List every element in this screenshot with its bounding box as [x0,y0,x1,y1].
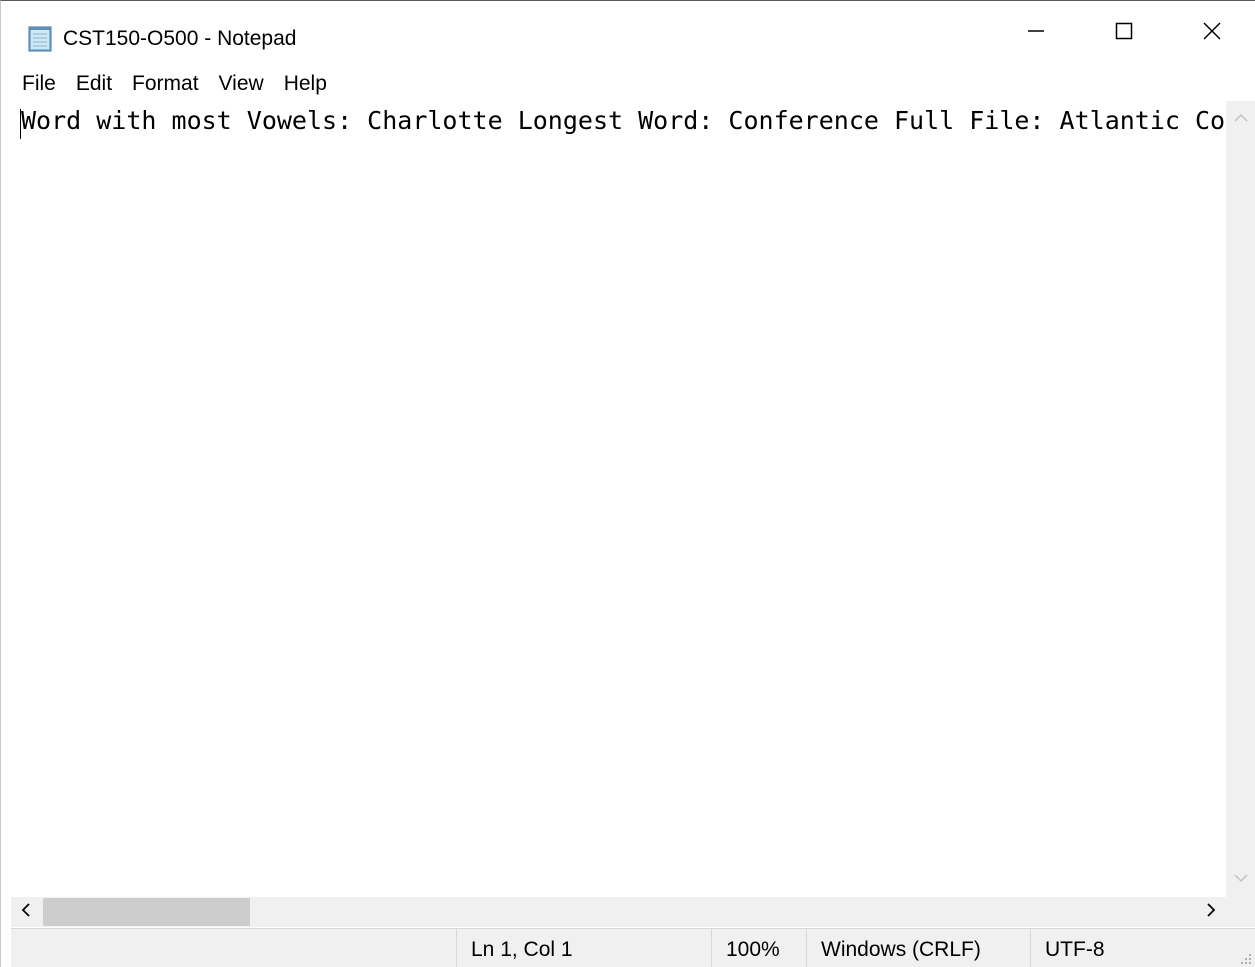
menu-file[interactable]: File [1,66,66,102]
scroll-down-button[interactable] [1226,861,1255,897]
menu-bar: File Edit Format View Help [1,66,337,102]
status-zoom: 100% [711,929,806,967]
maximize-button[interactable] [1081,1,1167,61]
minimize-button[interactable] [993,1,1079,61]
chevron-down-icon [1234,870,1248,888]
notepad-window: CST150-O500 - Notepad File Edit Format V… [0,0,1255,967]
notepad-icon [26,25,54,53]
status-encoding: UTF-8 [1030,929,1230,967]
close-icon [1202,21,1222,41]
chevron-up-icon [1234,110,1248,128]
scroll-right-button[interactable] [1196,897,1226,927]
menu-view[interactable]: View [209,66,274,102]
editor-text[interactable]: Word with most Vowels: Charlotte Longest… [21,107,1225,135]
maximize-icon [1114,21,1134,41]
minimize-icon [1026,21,1046,41]
vertical-scrollbar[interactable] [1226,101,1255,897]
horizontal-scroll-thumb[interactable] [43,898,250,926]
menu-help[interactable]: Help [274,66,337,102]
scroll-left-button[interactable] [11,897,41,927]
menu-format[interactable]: Format [122,66,209,102]
text-caret [20,109,21,139]
title-bar[interactable]: CST150-O500 - Notepad [1,1,1255,61]
scroll-up-button[interactable] [1226,101,1255,137]
window-left-edge [1,101,11,928]
text-editor-area[interactable]: Word with most Vowels: Charlotte Longest… [11,101,1226,897]
status-bar: Ln 1, Col 1 100% Windows (CRLF) UTF-8 [11,928,1255,967]
status-line-ending: Windows (CRLF) [806,929,1030,967]
status-cursor-position: Ln 1, Col 1 [456,929,711,967]
chevron-left-icon [21,902,31,922]
menu-edit[interactable]: Edit [66,66,122,102]
scrollbar-corner [1226,897,1255,927]
horizontal-scrollbar[interactable] [11,897,1226,927]
window-title: CST150-O500 - Notepad [63,27,297,50]
chevron-right-icon [1206,902,1216,922]
resize-grip-icon[interactable] [1240,952,1252,964]
close-button[interactable] [1169,1,1255,61]
